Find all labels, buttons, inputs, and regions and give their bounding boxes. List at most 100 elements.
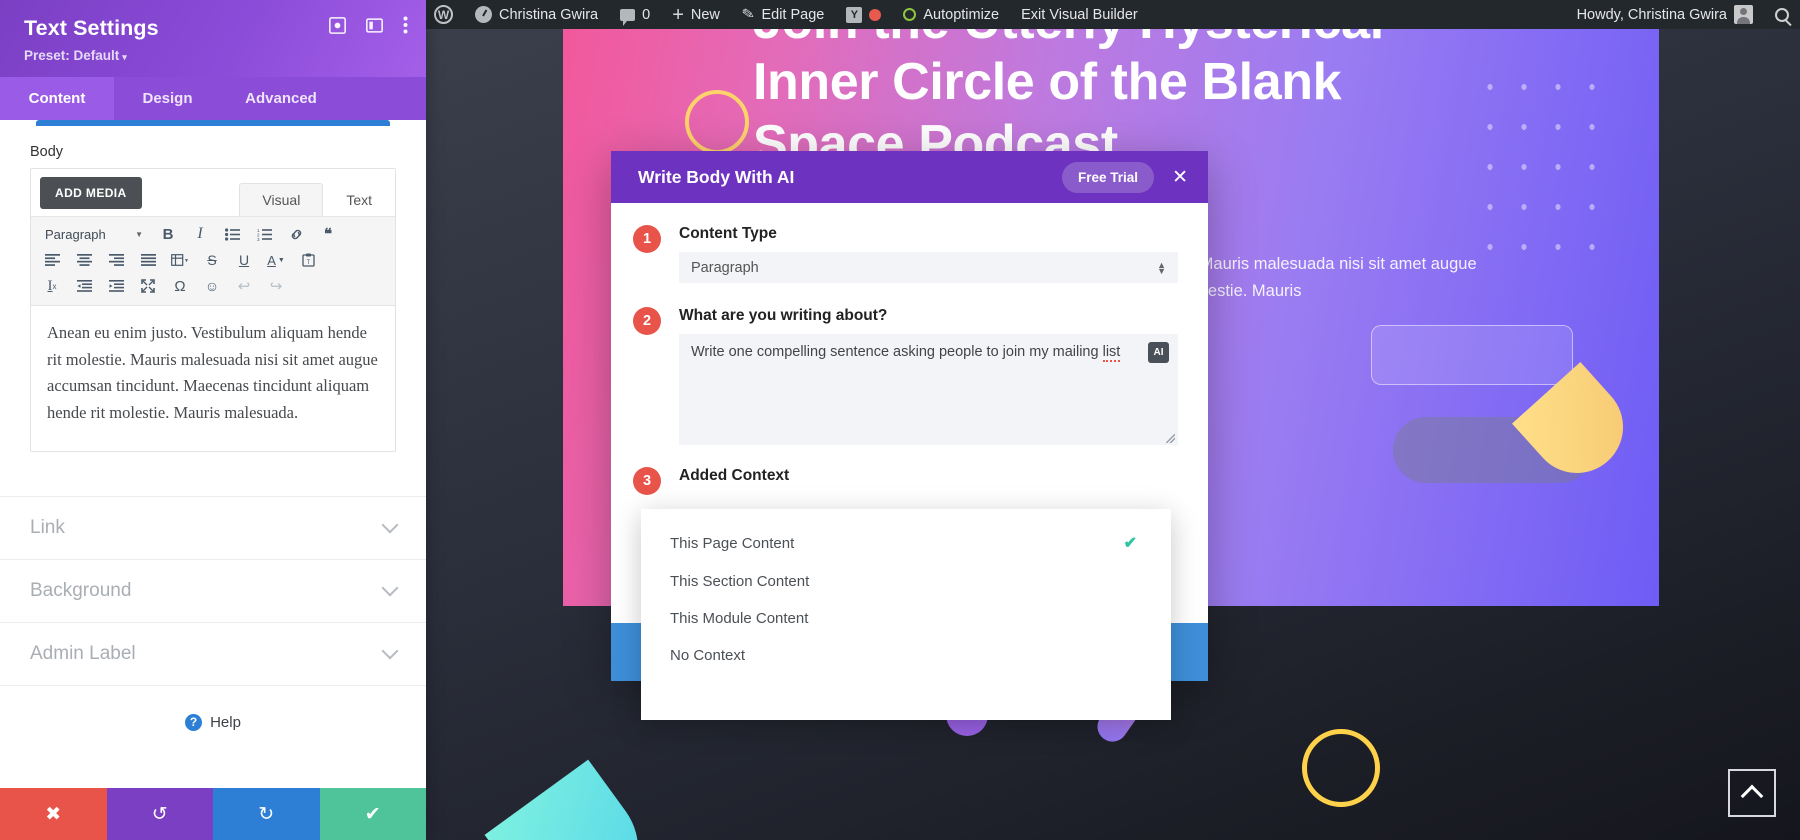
- edit-page-label: Edit Page: [761, 6, 825, 23]
- redo-button[interactable]: ↻: [213, 788, 320, 840]
- tab-content[interactable]: Content: [0, 77, 114, 120]
- body-field-label: Body: [30, 144, 64, 160]
- admin-bar-right: Howdy, Christina Gwira: [1569, 0, 1800, 29]
- table-icon[interactable]: ▼: [167, 248, 193, 272]
- edit-page-button[interactable]: ✎ Edit Page: [731, 0, 835, 29]
- discard-button[interactable]: ✖: [0, 788, 107, 840]
- fullscreen-icon[interactable]: [135, 274, 161, 298]
- undo-button[interactable]: ↺: [106, 788, 213, 840]
- yoast-seo-button[interactable]: Y: [835, 0, 892, 29]
- text-color-icon[interactable]: A ▼: [263, 248, 289, 272]
- chevron-down-icon: [381, 516, 399, 534]
- prompt-value: Write one compelling sentence asking peo…: [691, 344, 1103, 360]
- blockquote-icon[interactable]: ❝: [315, 222, 341, 246]
- toolbar-row-2: ▼ S U A ▼ T: [39, 247, 387, 273]
- context-option-this-module-content[interactable]: This Module Content: [641, 600, 1171, 637]
- panel-header: Text Settings Preset: Default ▾: [0, 0, 426, 77]
- svg-text:T: T: [306, 260, 310, 266]
- close-icon[interactable]: ✕: [1172, 168, 1188, 187]
- search-icon: [1775, 7, 1789, 22]
- tab-advanced[interactable]: Advanced: [221, 77, 341, 120]
- body-editor-content[interactable]: Anean eu enim justo. Vestibulum aliquam …: [31, 306, 395, 451]
- context-option-this-section-content[interactable]: This Section Content: [641, 563, 1171, 600]
- add-media-button[interactable]: ADD MEDIA: [40, 177, 142, 209]
- accordion-link[interactable]: Link: [0, 497, 426, 560]
- outdent-icon[interactable]: [71, 274, 97, 298]
- layout-panel-icon[interactable]: [366, 17, 383, 34]
- save-button[interactable]: ✔: [319, 788, 426, 840]
- target-icon[interactable]: [329, 16, 346, 34]
- scroll-to-top-icon[interactable]: [1728, 769, 1776, 817]
- avatar: [1734, 5, 1753, 24]
- tab-design[interactable]: Design: [114, 77, 221, 120]
- italic-icon[interactable]: I: [187, 222, 213, 246]
- ai-generate-icon[interactable]: AI: [1148, 342, 1169, 363]
- link-icon[interactable]: [283, 222, 309, 246]
- redo-icon[interactable]: ↪: [263, 274, 289, 298]
- comments-count: 0: [642, 6, 651, 23]
- tab-visual[interactable]: Visual: [239, 183, 324, 216]
- bold-icon[interactable]: B: [155, 222, 181, 246]
- settings-accordion: Link Background Admin Label: [0, 495, 426, 686]
- new-label: New: [690, 6, 720, 23]
- context-option-label: This Module Content: [670, 610, 809, 627]
- paragraph-format-select[interactable]: Paragraph ▼: [39, 222, 149, 246]
- prompt-misspelled-word: list: [1102, 344, 1121, 362]
- underline-icon[interactable]: U: [231, 248, 257, 272]
- autoptimize-button[interactable]: Autoptimize: [892, 0, 1010, 29]
- autoptimize-label: Autoptimize: [923, 6, 1000, 23]
- strikethrough-icon[interactable]: S: [199, 248, 225, 272]
- align-right-icon[interactable]: [103, 248, 129, 272]
- added-context-dropdown: This Page Content ✔ This Section Content…: [641, 509, 1171, 720]
- admin-bar-search-button[interactable]: [1764, 0, 1800, 29]
- howdy-account-button[interactable]: Howdy, Christina Gwira: [1569, 0, 1764, 29]
- clear-formatting-icon[interactable]: Ix: [39, 274, 65, 298]
- tab-text[interactable]: Text: [323, 183, 395, 216]
- content-type-select[interactable]: Paragraph ▲ ▼: [679, 252, 1178, 283]
- align-center-icon[interactable]: [71, 248, 97, 272]
- wp-admin-bar: W Christina Gwira 0 + New ✎ Edit Page Y …: [426, 0, 1800, 29]
- kebab-menu-icon[interactable]: [403, 16, 408, 34]
- wordpress-logo-button[interactable]: W: [426, 0, 464, 29]
- red-status-dot-icon: [869, 8, 882, 21]
- ai-modal-body: 1 Content Type Paragraph ▲ ▼ 2 What are y…: [611, 203, 1208, 495]
- accordion-background-label: Background: [30, 579, 132, 601]
- chevron-down-icon: [381, 579, 399, 597]
- resize-grip-icon[interactable]: [1166, 434, 1175, 443]
- context-option-no-context[interactable]: No Context: [641, 637, 1171, 674]
- align-left-icon[interactable]: [39, 248, 65, 272]
- numbered-list-icon[interactable]: 123: [251, 222, 277, 246]
- added-context-label: Added Context: [679, 467, 790, 484]
- preset-selector[interactable]: Preset: Default ▾: [24, 48, 404, 63]
- emoji-icon[interactable]: ☺: [199, 274, 225, 298]
- context-option-this-page-content[interactable]: This Page Content ✔: [641, 523, 1171, 563]
- align-justify-icon[interactable]: [135, 248, 161, 272]
- site-name-button[interactable]: Christina Gwira: [464, 0, 609, 29]
- help-question-icon: ?: [185, 713, 203, 731]
- editor-mode-tabs: Visual Text: [239, 183, 395, 216]
- toolbar-row-1: Paragraph ▼ B I 123 ❝: [39, 221, 387, 247]
- exit-visual-builder-button[interactable]: Exit Visual Builder: [1010, 0, 1149, 29]
- exit-visual-builder-label: Exit Visual Builder: [1021, 6, 1138, 23]
- yellow-ring-decoration: [1302, 729, 1380, 807]
- content-type-label: Content Type: [679, 225, 777, 242]
- paste-as-text-icon[interactable]: T: [295, 248, 321, 272]
- help-link[interactable]: ? Help: [0, 686, 426, 759]
- accordion-background[interactable]: Background: [0, 560, 426, 623]
- autoptimize-ring-icon: [903, 8, 917, 21]
- accordion-link-label: Link: [30, 516, 65, 538]
- yoast-seo-icon: Y: [846, 6, 863, 23]
- prompt-textarea[interactable]: Write one compelling sentence asking peo…: [679, 334, 1178, 445]
- svg-text:▼: ▼: [184, 258, 189, 264]
- svg-text:3: 3: [257, 237, 260, 241]
- hero-card-decoration: [1371, 325, 1573, 385]
- comments-button[interactable]: 0: [609, 0, 661, 29]
- new-content-button[interactable]: + New: [661, 0, 731, 29]
- undo-icon[interactable]: ↩: [231, 274, 257, 298]
- special-character-icon[interactable]: Ω: [167, 274, 193, 298]
- indent-icon[interactable]: [103, 274, 129, 298]
- free-trial-button[interactable]: Free Trial: [1062, 161, 1155, 193]
- ai-modal-header: Write Body With AI Free Trial ✕: [611, 151, 1208, 203]
- bullet-list-icon[interactable]: [219, 222, 245, 246]
- accordion-admin-label[interactable]: Admin Label: [0, 623, 426, 686]
